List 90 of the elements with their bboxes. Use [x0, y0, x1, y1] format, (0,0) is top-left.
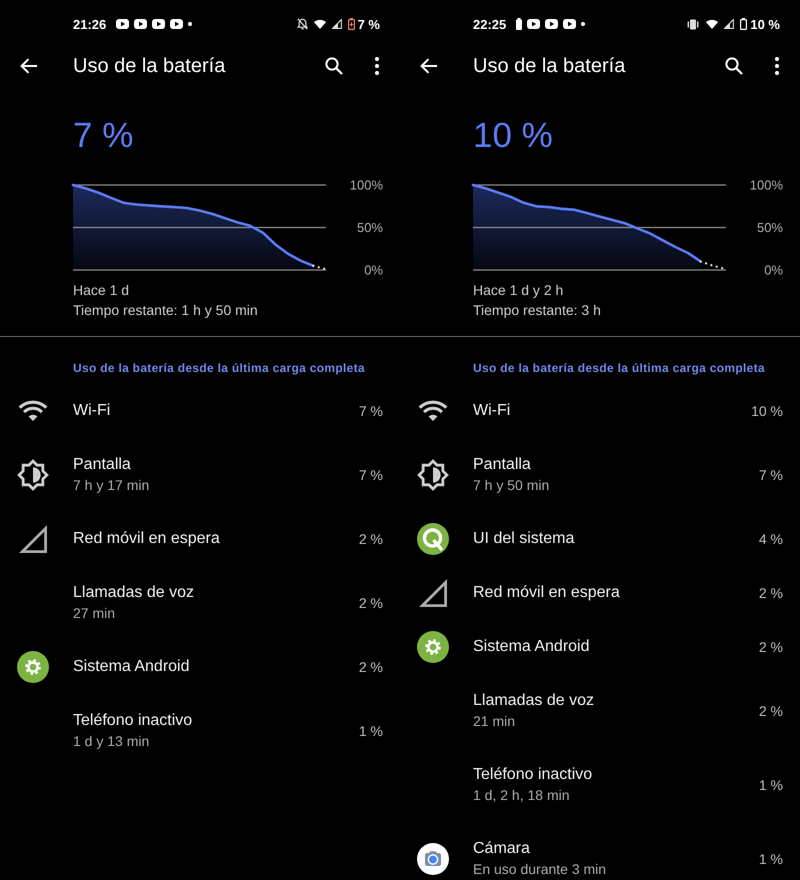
battery-text: 10 %: [750, 16, 780, 32]
signal-icon: [724, 19, 734, 29]
usage-percent: 2 %: [358, 659, 383, 675]
dot-icon: [581, 22, 586, 26]
axis-label: 0%: [764, 262, 783, 278]
usage-detail: 27 min: [73, 604, 116, 623]
usage-title: Llamadas de voz: [473, 691, 594, 711]
play-icon: [116, 19, 130, 29]
status-time: 22:25: [473, 16, 506, 32]
usage-percent: 1 %: [758, 777, 783, 793]
usage-title: Teléfono inactivo: [473, 765, 592, 785]
brightness-icon: [417, 459, 449, 491]
axis-label: 50%: [356, 220, 383, 235]
dot-icon: [188, 22, 192, 26]
battery-text: 7 %: [358, 16, 380, 32]
usage-title: UI del sistema: [473, 529, 574, 549]
axis-label: 50%: [756, 220, 783, 235]
brightness-icon: [17, 459, 49, 491]
usage-title: Red móvil en espera: [473, 583, 620, 603]
time-since-text: Hace 1 d: [73, 282, 130, 298]
q-logo-icon: [417, 523, 449, 555]
play-icon: [545, 19, 558, 29]
usage-title: Pantalla: [473, 455, 531, 475]
gear-icon: [17, 651, 49, 683]
play-icon: [134, 19, 148, 29]
axis-label: 100%: [350, 178, 383, 192]
usage-percent: 4 %: [758, 531, 783, 547]
play-icon: [527, 19, 540, 29]
remaining-time-text: Tiempo restante: 3 h: [473, 302, 601, 318]
usage-percent: 10 %: [751, 403, 783, 419]
play-icon: [170, 19, 184, 29]
bell-off-icon: [296, 18, 308, 30]
remaining-time-text: Tiempo restante: 1 h y 50 min: [73, 302, 258, 318]
signal-icon: [419, 579, 447, 607]
battery-percentage: 7 %: [73, 116, 134, 155]
usage-title: Llamadas de voz: [73, 583, 194, 603]
usage-title: Red móvil en espera: [73, 529, 220, 549]
play-icon: [152, 19, 166, 29]
battery-percentage: 10 %: [473, 116, 553, 155]
usage-percent: 7 %: [758, 467, 783, 483]
vibrate-icon: [686, 18, 700, 30]
search-icon[interactable]: [725, 57, 743, 75]
screen-title: Uso de la batería: [73, 54, 226, 78]
usage-title: Pantalla: [73, 455, 131, 475]
usage-detail: 7 h y 17 min: [73, 476, 150, 495]
signal-icon: [19, 525, 47, 553]
usage-title: Cámara: [473, 839, 530, 859]
usage-detail: 1 d y 13 min: [73, 732, 150, 751]
signal-icon: [332, 19, 342, 29]
usage-detail: 21 min: [473, 712, 516, 731]
wifi-icon: [17, 400, 49, 422]
back-arrow-icon[interactable]: [420, 58, 438, 74]
usage-title: Wi-Fi: [73, 401, 110, 421]
usage-title: Sistema Android: [73, 657, 190, 677]
time-since-text: Hace 1 d y 2 h: [473, 282, 564, 298]
usage-percent: 2 %: [758, 703, 783, 719]
camera-icon: [417, 843, 449, 875]
more-icon[interactable]: [775, 57, 779, 75]
projection-line: [312, 264, 328, 270]
usage-title: Teléfono inactivo: [73, 711, 192, 731]
usage-percent: 7 %: [358, 467, 383, 483]
gear-icon: [417, 631, 449, 663]
usage-percent: 2 %: [758, 585, 783, 601]
wifi-icon: [706, 19, 718, 29]
usage-percent: 2 %: [358, 531, 383, 547]
battery-icon: [516, 18, 522, 30]
usage-percent: 2 %: [358, 595, 383, 611]
section-header: Uso de la batería desde la última carga completa: [473, 361, 765, 375]
search-icon[interactable]: [325, 57, 343, 75]
usage-detail: En uso durante 3 min: [473, 860, 606, 879]
usage-percent: 1 %: [358, 723, 383, 739]
play-icon: [563, 19, 576, 29]
usage-detail: 1 d, 2 h, 18 min: [473, 786, 570, 805]
section-header: Uso de la batería desde la última carga completa: [73, 361, 365, 375]
usage-detail: 7 h y 50 min: [473, 476, 550, 495]
wifi-icon: [417, 400, 449, 422]
usage-percent: 1 %: [758, 851, 783, 867]
usage-title: Sistema Android: [473, 637, 590, 657]
axis-label: 100%: [750, 178, 783, 192]
battery-plus-icon: [348, 18, 355, 30]
axis-label: 0%: [364, 262, 383, 278]
usage-percent: 2 %: [758, 639, 783, 655]
more-icon[interactable]: [375, 57, 379, 75]
wifi-icon: [314, 19, 326, 29]
screen-title: Uso de la batería: [473, 54, 626, 78]
back-arrow-icon[interactable]: [20, 58, 38, 74]
usage-percent: 7 %: [358, 403, 383, 419]
battery-icon: [740, 18, 748, 30]
usage-title: Wi-Fi: [473, 401, 510, 421]
status-time: 21:26: [73, 16, 106, 32]
